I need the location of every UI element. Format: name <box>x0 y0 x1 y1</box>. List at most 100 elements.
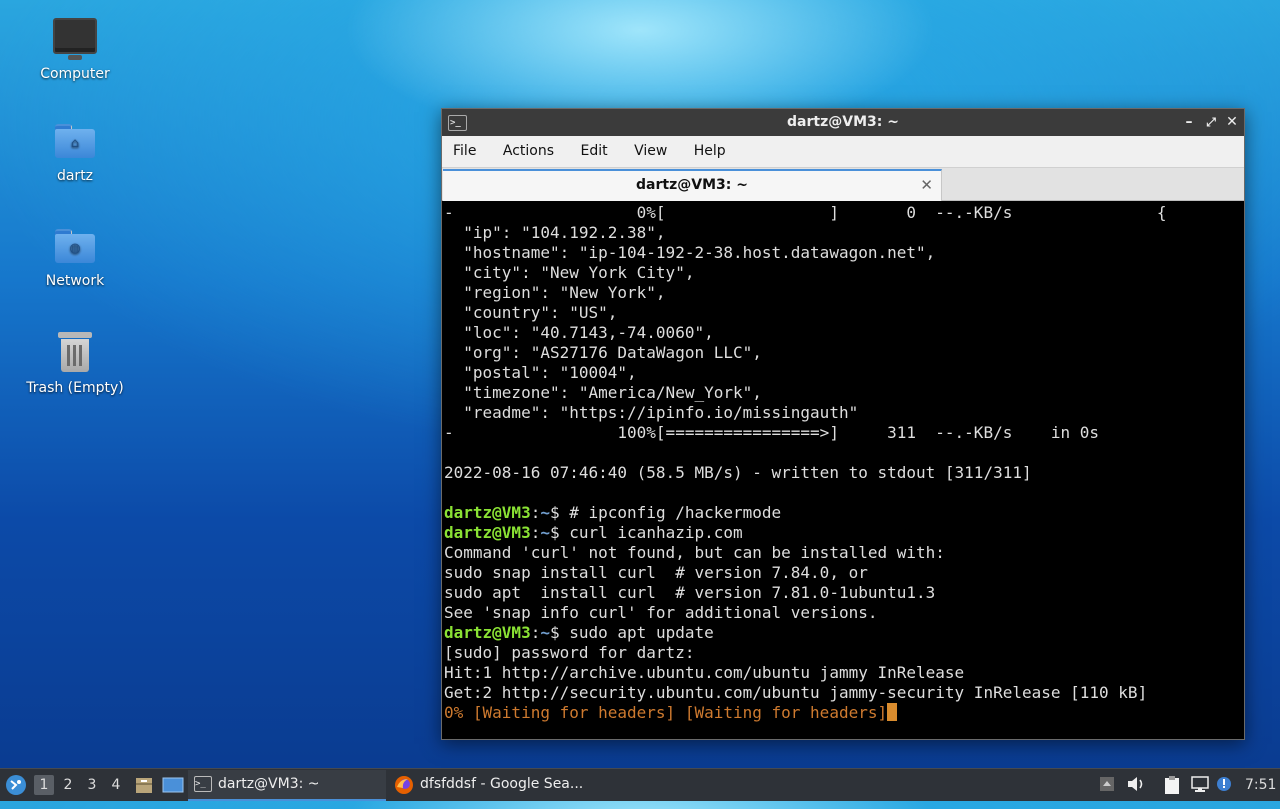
menu-edit[interactable]: Edit <box>580 136 607 159</box>
terminal-line: "timezone": "America/New_York", <box>444 383 1242 403</box>
prompt-directory: ~ <box>540 623 550 642</box>
tab-terminal[interactable]: dartz@VM3: ~ ✕ <box>443 169 942 201</box>
desktop-icon-network[interactable]: ◍ Network <box>20 229 130 289</box>
desktop-icon-computer[interactable]: Computer <box>20 18 130 82</box>
terminal-line: Get:2 http://security.ubuntu.com/ubuntu … <box>444 683 1242 703</box>
trash-icon <box>58 332 92 372</box>
prompt-user: dartz@VM3 <box>444 523 531 542</box>
terminal-icon: >_ <box>194 776 212 792</box>
terminal-line-text: "readme": "https://ipinfo.io/missingauth… <box>444 403 859 422</box>
start-menu-icon <box>6 775 26 795</box>
prompt-user: dartz@VM3 <box>444 503 531 522</box>
network-icon <box>1191 776 1209 792</box>
menu-actions[interactable]: Actions <box>503 136 554 159</box>
terminal-output[interactable]: - 0%[ ] 0 --.-KB/s { "ip": "104.192.2.38… <box>444 201 1242 737</box>
terminal-line-text: "loc": "40.7143,-74.0060", <box>444 323 714 342</box>
volume-icon <box>1128 777 1143 791</box>
taskbar: 1 2 3 4 >_ dartz@VM3: ~ dfsfddsf - Googl… <box>0 768 1280 801</box>
terminal-line-text: curl icanhazip.com <box>569 523 743 542</box>
terminal-line-text: See 'snap info curl' for additional vers… <box>444 603 878 622</box>
terminal-line: "postal": "10004", <box>444 363 1242 383</box>
terminal-line-text: sudo apt install curl # version 7.81.0-1… <box>444 583 936 602</box>
terminal-line-text: # ipconfig /hackermode <box>569 503 782 522</box>
terminal-line: "hostname": "ip-104-192-2-38.host.datawa… <box>444 243 1242 263</box>
terminal-line: "loc": "40.7143,-74.0060", <box>444 323 1242 343</box>
terminal-line-text: "ip": "104.192.2.38", <box>444 223 666 242</box>
tab-close-icon[interactable]: ✕ <box>920 176 933 194</box>
tray-indicator[interactable] <box>1097 775 1117 795</box>
menu-view[interactable]: View <box>634 136 667 159</box>
prompt-symbol: $ <box>549 523 570 542</box>
workspace-3[interactable]: 3 <box>82 775 102 795</box>
network-folder-icon: ◍ <box>55 229 95 263</box>
prompt-user: dartz@VM3 <box>444 623 531 642</box>
clipboard-icon <box>1165 776 1179 794</box>
minimize-button[interactable]: – <box>1180 113 1198 131</box>
terminal-line-text: 0% [Waiting for headers] [Waiting for he… <box>444 703 888 722</box>
volume-button[interactable] <box>1126 775 1146 795</box>
terminal-line: [sudo] password for dartz: <box>444 643 1242 663</box>
file-cabinet-icon <box>136 778 152 793</box>
terminal-line-text: Hit:1 http://archive.ubuntu.com/ubuntu j… <box>444 663 965 682</box>
terminal-line: Hit:1 http://archive.ubuntu.com/ubuntu j… <box>444 663 1242 683</box>
task-terminal[interactable]: >_ dartz@VM3: ~ <box>188 770 386 801</box>
terminal-line: "city": "New York City", <box>444 263 1242 283</box>
app-menu-button[interactable] <box>4 773 28 797</box>
desktop-icon-trash[interactable]: Trash (Empty) <box>20 332 130 396</box>
prompt-separator: : <box>530 503 541 522</box>
network-button[interactable] <box>1190 775 1210 795</box>
workspace-1[interactable]: 1 <box>34 775 54 795</box>
terminal-line: dartz@VM3:~$ sudo apt update <box>444 623 1242 643</box>
prompt-directory: ~ <box>540 523 550 542</box>
menu-help[interactable]: Help <box>694 136 726 159</box>
show-desktop-button[interactable] <box>162 775 184 795</box>
file-manager-launcher[interactable] <box>134 775 154 795</box>
firefox-icon <box>395 776 413 794</box>
tab-label: dartz@VM3: ~ <box>636 177 748 193</box>
terminal-line-text: "hostname": "ip-104-192-2-38.host.datawa… <box>444 243 936 262</box>
notification-button[interactable] <box>1214 775 1234 795</box>
maximize-button[interactable]: ⤢ <box>1202 113 1220 131</box>
terminal-line-text: "postal": "10004", <box>444 363 637 382</box>
desktop-icon <box>162 777 184 793</box>
monitor-icon <box>53 18 97 60</box>
workspace-2[interactable]: 2 <box>58 775 78 795</box>
terminal-line-text: 2022-08-16 07:46:40 (58.5 MB/s) - writte… <box>444 463 1032 482</box>
terminal-line: - 0%[ ] 0 --.-KB/s { <box>444 203 1242 223</box>
info-notification-icon <box>1217 777 1231 791</box>
prompt-directory: ~ <box>540 503 550 522</box>
menu-file[interactable]: File <box>453 136 476 159</box>
workspace-4[interactable]: 4 <box>106 775 126 795</box>
text-cursor <box>887 703 898 721</box>
terminal-line: 0% [Waiting for headers] [Waiting for he… <box>444 703 1242 723</box>
prompt-separator: : <box>530 623 541 642</box>
desktop-icon-home[interactable]: ⌂ dartz <box>20 124 130 184</box>
desktop-icon-label: Network <box>45 273 105 289</box>
notification-area-icon <box>1100 777 1114 791</box>
prompt-symbol: $ <box>549 503 570 522</box>
task-firefox[interactable]: dfsfddsf - Google Sea... <box>390 770 620 799</box>
terminal-line: sudo snap install curl # version 7.84.0,… <box>444 563 1242 583</box>
terminal-line: dartz@VM3:~$ # ipconfig /hackermode <box>444 503 1242 523</box>
terminal-line-text: sudo snap install curl # version 7.84.0,… <box>444 563 868 582</box>
terminal-line: "org": "AS27176 DataWagon LLC", <box>444 343 1242 363</box>
terminal-line-text: "timezone": "America/New_York", <box>444 383 762 402</box>
terminal-window: >_ dartz@VM3: ~ – ⤢ ✕ File Actions Edit … <box>441 108 1245 740</box>
terminal-line-text: Command 'curl' not found, but can be ins… <box>444 543 945 562</box>
terminal-line-text: Get:2 http://security.ubuntu.com/ubuntu … <box>444 683 1148 702</box>
desktop-icon-label: Trash (Empty) <box>26 380 124 396</box>
menu-bar: File Actions Edit View Help <box>442 136 1244 168</box>
terminal-line-text: - 0%[ ] 0 --.-KB/s { <box>444 203 1167 222</box>
window-titlebar[interactable]: >_ dartz@VM3: ~ – ⤢ ✕ <box>442 109 1244 136</box>
clipboard-button[interactable] <box>1162 775 1182 795</box>
close-button[interactable]: ✕ <box>1223 113 1241 131</box>
clock[interactable]: 7:51 <box>1245 769 1276 801</box>
terminal-line: - 100%[================>] 311 --.-KB/s i… <box>444 423 1242 443</box>
tab-bar: dartz@VM3: ~ ✕ <box>442 168 1244 201</box>
terminal-line: 2022-08-16 07:46:40 (58.5 MB/s) - writte… <box>444 463 1242 483</box>
terminal-line-text: - 100%[================>] 311 --.-KB/s i… <box>444 423 1100 442</box>
terminal-line-text: [sudo] password for dartz: <box>444 643 695 662</box>
desktop-icon-label: dartz <box>56 168 94 184</box>
